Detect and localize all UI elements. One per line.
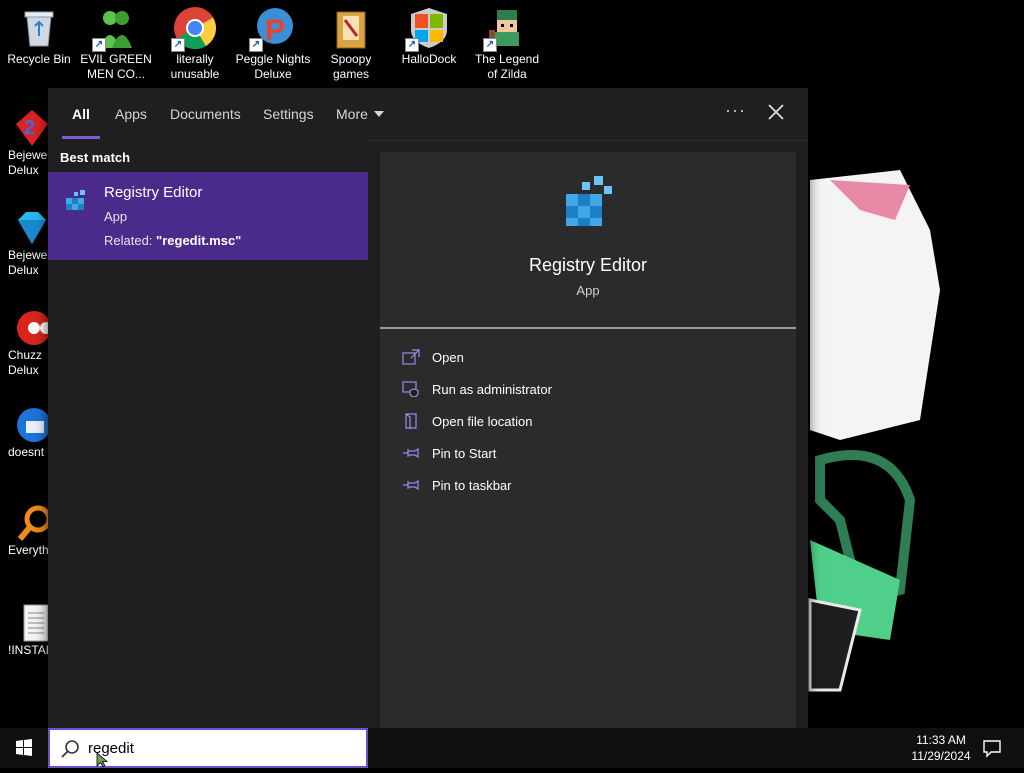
system-clock[interactable]: 11:33 AM 11/29/2024	[896, 732, 986, 764]
action-label: Open	[432, 350, 464, 365]
mouse-cursor-icon	[96, 752, 109, 768]
shortcut-arrow-icon: ↗	[249, 38, 263, 52]
desktop-icon-bejeweled[interactable]: Bejewe Delux	[0, 208, 48, 278]
desktop-icon-bejeweled-2[interactable]: 2 Bejewel Delux	[0, 108, 51, 178]
windows-logo-icon: ↗	[405, 6, 451, 52]
detail-subtitle: App	[576, 283, 600, 298]
action-run-as-administrator[interactable]: Run as administrator	[402, 378, 782, 402]
pin-icon	[403, 479, 419, 491]
more-options-icon[interactable]: ···	[725, 100, 746, 121]
zilda-icon: ↗	[483, 6, 529, 52]
registry-editor-large-icon	[566, 176, 612, 226]
desktop-icon-legend-of-zilda[interactable]: ↗ The Legend of Zilda	[469, 0, 545, 82]
recycle-bin-icon	[17, 6, 61, 50]
thunderbird-icon	[12, 405, 52, 445]
file-location-icon	[405, 413, 417, 429]
peggle-icon: P ↗	[249, 6, 295, 52]
search-flyout: All Apps Documents Settings More ··· Bes…	[48, 88, 808, 728]
shortcut-arrow-icon: ↗	[171, 38, 185, 52]
action-label: Open file location	[432, 414, 533, 429]
desktop-icon-literally-unusable[interactable]: ↗ literally unusable	[157, 0, 233, 82]
shortcut-arrow-icon: ↗	[483, 38, 497, 52]
desktop-icon-doesnt[interactable]: doesnt	[0, 405, 51, 460]
tab-more[interactable]: More	[336, 106, 384, 122]
desktop-icon-label: Peggle Nights Deluxe	[235, 52, 311, 81]
desktop-icon-install[interactable]: !INSTALL	[0, 603, 60, 658]
best-match-heading: Best match	[60, 150, 131, 165]
action-open[interactable]: Open	[402, 346, 782, 370]
action-open-file-location[interactable]: Open file location	[402, 410, 782, 434]
desktop-icon-hallodock[interactable]: ↗ HalloDock	[391, 0, 467, 67]
tab-more-label: More	[336, 106, 368, 122]
desktop-icon-evil-green-men[interactable]: ↗ EVIL GREEN MEN CO...	[78, 0, 154, 82]
bejeweled-2-icon: 2	[12, 108, 52, 148]
windows-start-icon	[16, 739, 32, 756]
run-as-admin-icon	[402, 381, 419, 397]
action-label: Pin to Start	[432, 446, 497, 461]
desktop-icon-label: The Legend of Zilda	[474, 52, 540, 81]
clock-date: 11/29/2024	[911, 749, 971, 763]
action-label: Run as administrator	[432, 382, 552, 397]
green-men-icon: ↗	[92, 6, 138, 52]
results-pane: Best match Registry Editor App Related: …	[48, 140, 368, 728]
desktop-icon-chuzzle[interactable]: Chuzz Delux	[0, 308, 52, 378]
desktop-icon-label: literally unusable	[170, 52, 220, 81]
tab-documents[interactable]: Documents	[170, 106, 241, 122]
search-input[interactable]	[88, 736, 348, 760]
start-button[interactable]	[0, 728, 48, 768]
related-prefix: Related:	[104, 233, 157, 248]
bejeweled-icon	[12, 208, 52, 248]
action-pin-to-start[interactable]: Pin to Start	[402, 442, 782, 466]
clock-time: 11:33 AM	[916, 733, 966, 747]
open-icon	[402, 349, 420, 365]
detail-title: Registry Editor	[528, 255, 648, 275]
shortcut-arrow-icon: ↗	[405, 38, 419, 52]
related-value: "regedit.msc"	[156, 233, 242, 248]
chevron-down-icon	[373, 111, 384, 117]
best-match-result[interactable]: Registry Editor App Related: "regedit.ms…	[48, 172, 368, 260]
taskbar: 11:33 AM 11/29/2024	[0, 728, 1024, 768]
registry-editor-icon	[66, 190, 85, 210]
action-pin-to-taskbar[interactable]: Pin to taskbar	[402, 474, 782, 498]
svg-text:2: 2	[24, 117, 35, 139]
text-file-icon	[12, 603, 52, 643]
everything-search-icon	[12, 503, 52, 543]
wallpaper-character	[808, 170, 940, 692]
desktop-icon-label: Bejewe Delux	[8, 248, 48, 277]
search-tabs: All Apps Documents Settings More ···	[48, 88, 808, 141]
desktop-icon-label: !INSTALL	[8, 643, 60, 657]
desktop-icon-label: Spoopy games	[330, 52, 372, 81]
active-tab-indicator	[62, 136, 100, 139]
chrome-icon: ↗	[171, 6, 217, 52]
close-icon[interactable]	[766, 102, 786, 122]
desktop-icon-label: Recycle Bin	[7, 52, 71, 66]
chuzzle-icon	[12, 308, 52, 348]
desktop-icon-spoopy-games[interactable]: Spoopy games	[313, 0, 389, 82]
svg-text:P: P	[265, 14, 285, 47]
notification-center-icon[interactable]	[982, 738, 1002, 758]
desktop-icon-label: Bejewel Delux	[8, 148, 51, 177]
result-type: App	[104, 209, 128, 224]
result-title: Registry Editor	[104, 184, 203, 201]
tab-all[interactable]: All	[72, 106, 90, 122]
action-label: Pin to taskbar	[432, 478, 512, 493]
shortcut-arrow-icon: ↗	[92, 38, 106, 52]
result-related: Related: "regedit.msc"	[104, 233, 241, 248]
desktop-icon-label: EVIL GREEN MEN CO...	[80, 52, 152, 81]
desktop-icon-peggle[interactable]: P ↗ Peggle Nights Deluxe	[235, 0, 311, 82]
desktop-icon-recycle-bin[interactable]: Recycle Bin	[1, 0, 77, 67]
tab-settings[interactable]: Settings	[263, 106, 314, 122]
tab-apps[interactable]: Apps	[115, 106, 147, 122]
desktop-icon-everything[interactable]: Everyth	[0, 503, 52, 558]
desktop-icon-label: HalloDock	[401, 52, 457, 66]
search-icon	[61, 740, 79, 758]
desktop-icon-label: Everyth	[8, 543, 49, 557]
detail-pane: Registry Editor App Open Run as administ…	[380, 152, 796, 728]
detail-divider	[380, 327, 796, 329]
folder-icon	[329, 6, 373, 50]
pin-icon	[403, 447, 419, 459]
desktop-icon-label: doesnt	[8, 445, 45, 459]
desktop-icon-label: Chuzz Delux	[8, 348, 43, 377]
